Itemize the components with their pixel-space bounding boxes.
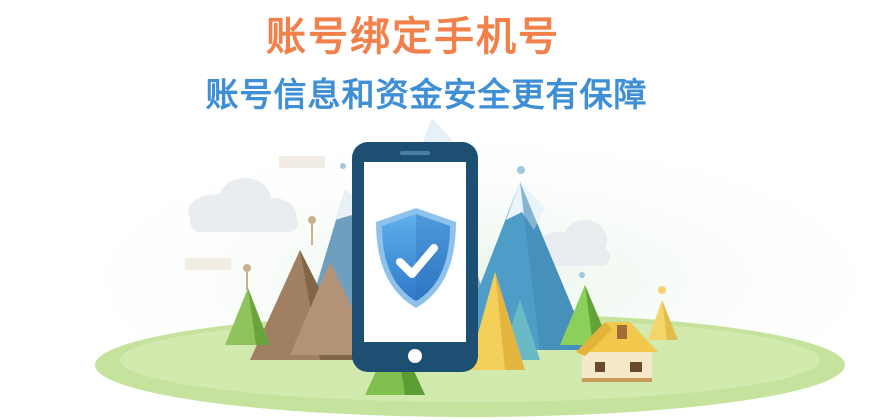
- sign-left: [185, 258, 231, 270]
- security-illustration: [60, 100, 885, 417]
- sign-top: [279, 156, 325, 168]
